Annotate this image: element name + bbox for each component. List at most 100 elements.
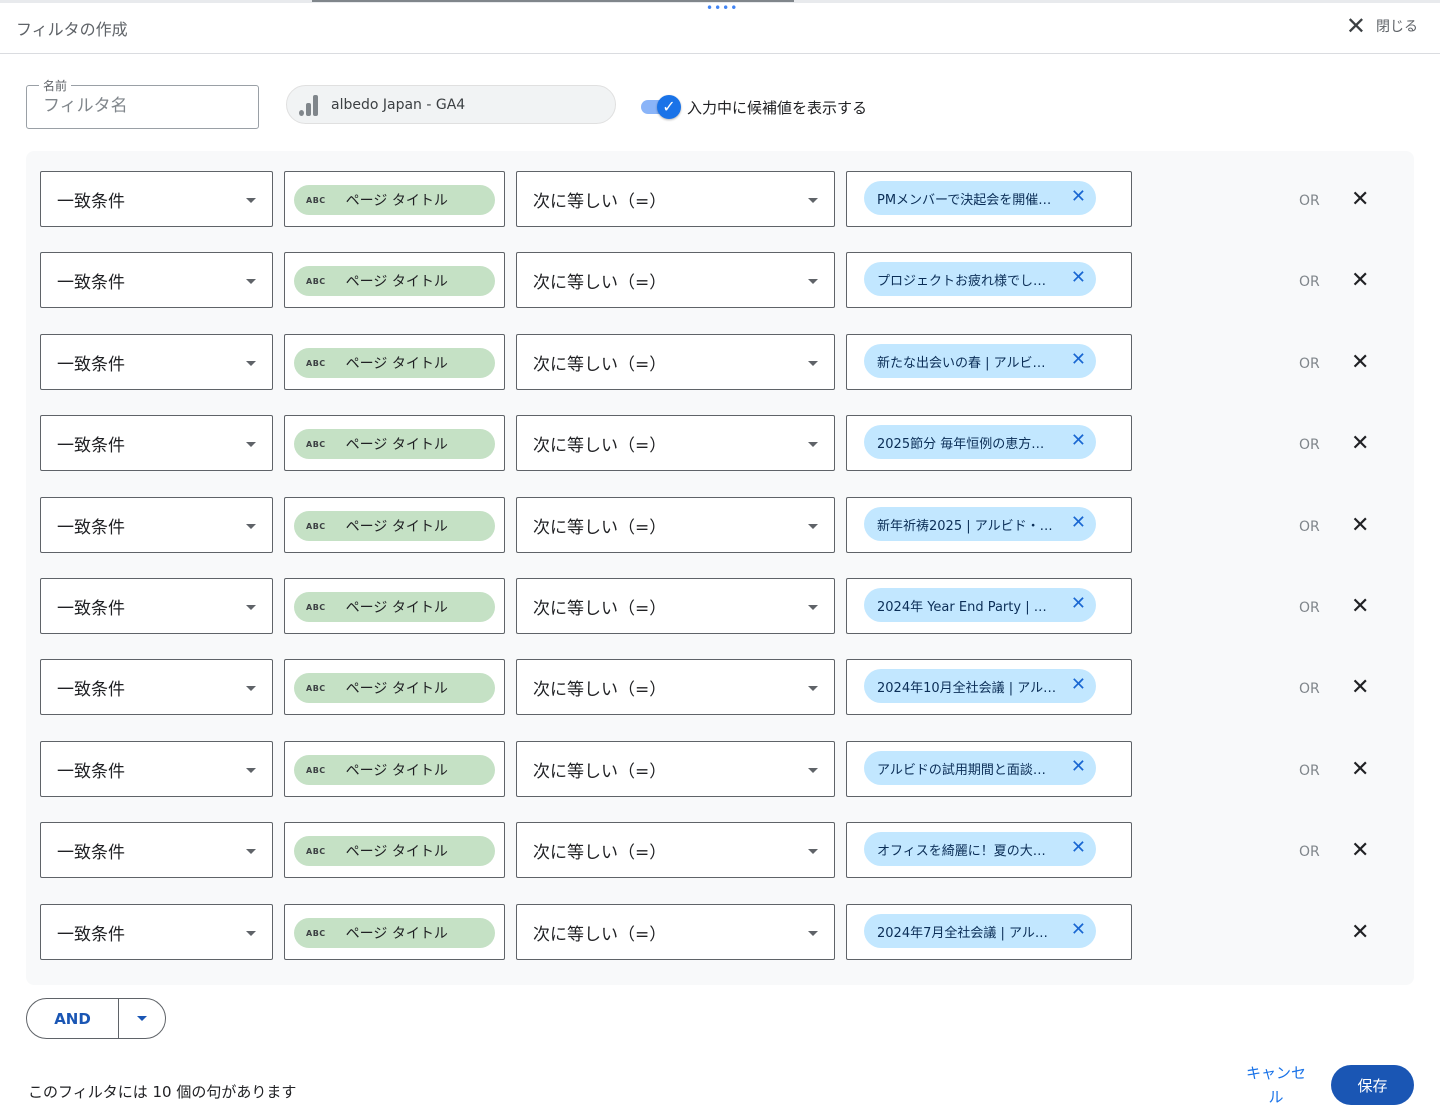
delete-clause-icon[interactable]: ✕ (1351, 270, 1369, 292)
or-button[interactable]: OR (1299, 356, 1320, 372)
delete-clause-icon[interactable]: ✕ (1351, 922, 1369, 944)
value-input[interactable]: 2024年7月全社会議 | アルビ… ✕ (846, 904, 1132, 960)
match-type-select[interactable]: 一致条件 (40, 659, 273, 715)
remove-value-icon[interactable]: ✕ (1071, 513, 1086, 533)
text-type-icon: ABC (306, 521, 326, 531)
delete-clause-icon[interactable]: ✕ (1351, 189, 1369, 211)
cancel-button[interactable]: キャンセル (1244, 1061, 1308, 1109)
dimension-select[interactable]: ABC ページ タイトル (284, 415, 505, 471)
dimension-select[interactable]: ABC ページ タイトル (284, 334, 505, 390)
remove-value-icon[interactable]: ✕ (1071, 187, 1086, 207)
operator-select[interactable]: 次に等しい（=） (516, 822, 835, 878)
or-button[interactable]: OR (1299, 681, 1320, 697)
operator-select[interactable]: 次に等しい（=） (516, 578, 835, 634)
or-button[interactable]: OR (1299, 600, 1320, 616)
delete-clause-icon[interactable]: ✕ (1351, 515, 1369, 537)
filter-name-legend: 名前 (39, 77, 72, 94)
match-type-select[interactable]: 一致条件 (40, 578, 273, 634)
filter-clause-row: 一致条件 ABC ページ タイトル 次に等しい（=） アルビドの試用期間と面談…… (26, 741, 1414, 797)
operator-select[interactable]: 次に等しい（=） (516, 904, 835, 960)
operator-select[interactable]: 次に等しい（=） (516, 741, 835, 797)
dimension-select[interactable]: ABC ページ タイトル (284, 497, 505, 553)
delete-clause-icon[interactable]: ✕ (1351, 677, 1369, 699)
match-type-select[interactable]: 一致条件 (40, 252, 273, 308)
remove-value-icon[interactable]: ✕ (1071, 920, 1086, 940)
match-type-label: 一致条件 (57, 273, 125, 293)
or-button[interactable]: OR (1299, 763, 1320, 779)
suggest-toggle[interactable]: ✓ (641, 95, 681, 119)
delete-clause-icon[interactable]: ✕ (1351, 352, 1369, 374)
value-input[interactable]: オフィスを綺麗に！夏の大… ✕ (846, 822, 1132, 878)
value-input[interactable]: アルビドの試用期間と面談… ✕ (846, 741, 1132, 797)
operator-select[interactable]: 次に等しい（=） (516, 415, 835, 471)
dimension-label: ページ タイトル (345, 356, 448, 372)
value-input[interactable]: 2024年10月全社会議 | アル… ✕ (846, 659, 1132, 715)
dimension-select[interactable]: ABC ページ タイトル (284, 904, 505, 960)
operator-label: 次に等しい（=） (533, 680, 667, 700)
dimension-chip: ABC ページ タイトル (294, 592, 495, 622)
or-button[interactable]: OR (1299, 519, 1320, 535)
dimension-select[interactable]: ABC ページ タイトル (284, 822, 505, 878)
remove-value-icon[interactable]: ✕ (1071, 268, 1086, 288)
value-input[interactable]: 2025節分 毎年恒例の恵方巻… ✕ (846, 415, 1132, 471)
value-chip-label: 2024年10月全社会議 | アル… (877, 680, 1057, 696)
drag-handle-icon[interactable]: •••• (706, 2, 738, 14)
delete-clause-icon[interactable]: ✕ (1351, 759, 1369, 781)
match-type-select[interactable]: 一致条件 (40, 904, 273, 960)
remove-value-icon[interactable]: ✕ (1071, 757, 1086, 777)
dimension-label: ページ タイトル (345, 600, 448, 616)
operator-select[interactable]: 次に等しい（=） (516, 252, 835, 308)
dimension-chip: ABC ページ タイトル (294, 511, 495, 541)
remove-value-icon[interactable]: ✕ (1071, 431, 1086, 451)
and-dropdown-button[interactable] (119, 999, 165, 1038)
dimension-select[interactable]: ABC ページ タイトル (284, 741, 505, 797)
match-type-select[interactable]: 一致条件 (40, 171, 273, 227)
dimension-select[interactable]: ABC ページ タイトル (284, 659, 505, 715)
operator-select[interactable]: 次に等しい（=） (516, 334, 835, 390)
value-input[interactable]: 2024年 Year End Party | ア… ✕ (846, 578, 1132, 634)
value-input[interactable]: プロジェクトお疲れ様でし… ✕ (846, 252, 1132, 308)
value-input[interactable]: PMメンバーで決起会を開催… ✕ (846, 171, 1132, 227)
remove-value-icon[interactable]: ✕ (1071, 594, 1086, 614)
dropdown-arrow-icon (808, 442, 818, 447)
filter-clause-row: 一致条件 ABC ページ タイトル 次に等しい（=） オフィスを綺麗に！夏の大…… (26, 822, 1414, 878)
delete-clause-icon[interactable]: ✕ (1351, 840, 1369, 862)
or-button[interactable]: OR (1299, 274, 1320, 290)
match-type-select[interactable]: 一致条件 (40, 415, 273, 471)
dimension-label: ページ タイトル (345, 681, 448, 697)
filter-name-input[interactable] (43, 96, 243, 116)
delete-clause-icon[interactable]: ✕ (1351, 596, 1369, 618)
remove-value-icon[interactable]: ✕ (1071, 675, 1086, 695)
value-chip: 2024年 Year End Party | ア… ✕ (864, 588, 1096, 622)
save-button[interactable]: 保存 (1331, 1065, 1414, 1105)
delete-clause-icon[interactable]: ✕ (1351, 433, 1369, 455)
dimension-select[interactable]: ABC ページ タイトル (284, 578, 505, 634)
value-chip-label: プロジェクトお疲れ様でし… (877, 273, 1047, 289)
dimension-label: ページ タイトル (345, 437, 448, 453)
operator-select[interactable]: 次に等しい（=） (516, 171, 835, 227)
match-type-select[interactable]: 一致条件 (40, 334, 273, 390)
or-button[interactable]: OR (1299, 193, 1320, 209)
and-button[interactable]: AND (27, 999, 119, 1038)
filter-clause-row: 一致条件 ABC ページ タイトル 次に等しい（=） プロジェクトお疲れ様でし…… (26, 252, 1414, 308)
match-type-select[interactable]: 一致条件 (40, 497, 273, 553)
remove-value-icon[interactable]: ✕ (1071, 350, 1086, 370)
dimension-select[interactable]: ABC ページ タイトル (284, 252, 505, 308)
match-type-select[interactable]: 一致条件 (40, 822, 273, 878)
operator-label: 次に等しい（=） (533, 273, 667, 293)
value-input[interactable]: 新年祈祷2025 | アルビド・… ✕ (846, 497, 1132, 553)
dropdown-arrow-icon (808, 524, 818, 529)
match-type-select[interactable]: 一致条件 (40, 741, 273, 797)
close-button[interactable]: ✕ 閉じる (1346, 14, 1418, 38)
value-input[interactable]: 新たな出会いの春 | アルビド… ✕ (846, 334, 1132, 390)
value-chip-label: アルビドの試用期間と面談… (877, 762, 1046, 778)
or-button[interactable]: OR (1299, 844, 1320, 860)
datasource-chip[interactable]: albedo Japan - GA4 (286, 85, 616, 124)
dimension-chip: ABC ページ タイトル (294, 266, 495, 296)
dimension-label: ページ タイトル (345, 926, 448, 942)
or-button[interactable]: OR (1299, 437, 1320, 453)
dimension-select[interactable]: ABC ページ タイトル (284, 171, 505, 227)
operator-select[interactable]: 次に等しい（=） (516, 497, 835, 553)
operator-select[interactable]: 次に等しい（=） (516, 659, 835, 715)
remove-value-icon[interactable]: ✕ (1071, 838, 1086, 858)
